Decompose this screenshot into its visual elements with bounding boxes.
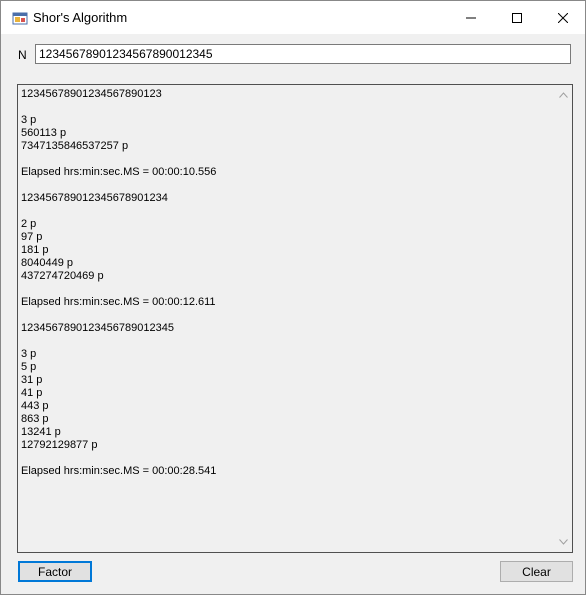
minimize-icon	[466, 17, 476, 18]
scroll-down-button[interactable]	[555, 534, 571, 550]
close-icon	[558, 12, 568, 23]
title-bar[interactable]: Shor's Algorithm	[1, 1, 585, 34]
vertical-scrollbar[interactable]	[555, 86, 571, 551]
maximize-icon	[512, 12, 522, 23]
factor-button[interactable]: Factor	[18, 561, 92, 582]
n-label: N	[18, 48, 27, 62]
scroll-up-button[interactable]	[555, 87, 571, 103]
chevron-up-icon	[558, 92, 568, 98]
chevron-down-icon	[558, 539, 568, 545]
output-textbox[interactable]: 12345678901234567890123 3 p 560113 p 734…	[17, 84, 573, 553]
output-text: 12345678901234567890123 3 p 560113 p 734…	[21, 88, 217, 477]
minimize-button[interactable]	[448, 1, 494, 34]
maximize-button[interactable]	[494, 1, 540, 34]
main-window: Shor's Algorithm N 123456789012345678901…	[0, 0, 586, 595]
window-title: Shor's Algorithm	[33, 10, 128, 25]
n-input[interactable]	[35, 44, 571, 64]
app-icon	[12, 10, 28, 26]
close-button[interactable]	[540, 1, 586, 34]
clear-button[interactable]: Clear	[500, 561, 573, 582]
